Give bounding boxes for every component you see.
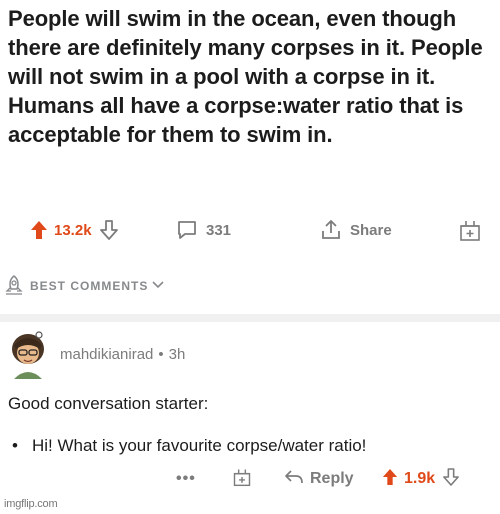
comment-list-item-text: Hi! What is your favourite corpse/water …: [31, 436, 367, 455]
comment-list-item: • Hi! What is your favourite corpse/wate…: [12, 436, 366, 456]
meta-separator: •: [158, 345, 164, 363]
comment-award-button[interactable]: [232, 464, 252, 494]
bullet-mark: •: [12, 436, 18, 455]
comment-age: 3h: [168, 345, 186, 363]
post-comment-count: 331: [206, 221, 232, 239]
downvote-arrow-icon[interactable]: [99, 220, 118, 240]
avatar[interactable]: [6, 329, 50, 379]
comment-vote-group: 1.9k: [382, 464, 460, 494]
comment-sort-dropdown[interactable]: BEST COMMENTS: [4, 274, 164, 298]
comment-body: Good conversation starter:: [8, 394, 209, 413]
post-vote-group: 13.2k: [30, 212, 118, 248]
comment-upvote-count: 1.9k: [404, 470, 436, 487]
comments-button[interactable]: 331: [176, 212, 231, 248]
reply-arrow-icon: [284, 469, 304, 490]
more-options-button[interactable]: •••: [176, 464, 196, 494]
share-icon: [320, 219, 342, 241]
more-options-icon: •••: [176, 470, 196, 487]
reply-label: Reply: [310, 470, 354, 487]
comment-action-bar: ••• Reply 1.9k: [0, 464, 500, 494]
award-gift-icon: [232, 467, 252, 492]
post-upvote-count: 13.2k: [54, 221, 92, 239]
post-action-bar: 13.2k 331 Share: [0, 212, 500, 248]
watermark: imgflip.com: [4, 498, 58, 510]
post-title: People will swim in the ocean, even thou…: [8, 6, 483, 147]
upvote-arrow-icon[interactable]: [382, 468, 398, 491]
chevron-down-icon: [152, 279, 164, 293]
section-divider: [0, 314, 500, 322]
comment-bubble-icon: [176, 219, 198, 241]
rocket-icon: [4, 274, 24, 299]
comment-header: mahdikianirad • 3h: [6, 328, 185, 380]
sort-label: BEST COMMENTS: [30, 279, 149, 293]
share-label: Share: [350, 221, 392, 239]
share-button[interactable]: Share: [320, 212, 392, 248]
upvote-arrow-icon[interactable]: [30, 220, 48, 240]
reply-button[interactable]: Reply: [284, 464, 354, 494]
downvote-arrow-icon[interactable]: [443, 467, 460, 491]
award-gift-icon: [458, 218, 482, 242]
comment-username[interactable]: mahdikianirad: [60, 346, 153, 363]
award-button[interactable]: [458, 212, 482, 248]
